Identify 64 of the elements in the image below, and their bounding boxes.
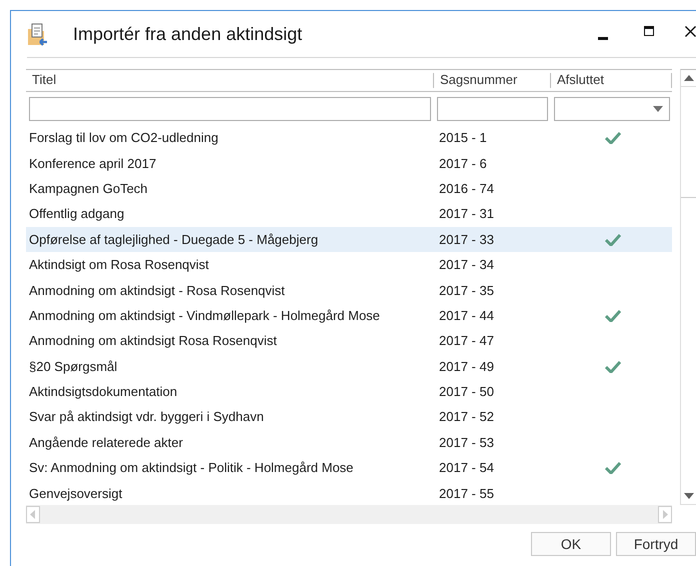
close-icon bbox=[685, 26, 696, 36]
table-cell: 2017 - 44 bbox=[439, 308, 494, 323]
dropdown-arrow-icon bbox=[653, 106, 663, 112]
table-row[interactable]: Forslag til lov om CO2-udledning 2015 - 1 bbox=[26, 125, 672, 150]
table-row[interactable]: Offentlig adgang 2017 - 31 bbox=[26, 201, 672, 227]
table-row[interactable]: Anmodning om aktindsigt - Rosa Rosenqvist 2017 - 35 bbox=[26, 277, 672, 303]
table-cell: Svar på aktindsigt vdr. byggeri i Sydhavn bbox=[29, 409, 264, 424]
document-import-icon bbox=[26, 23, 48, 47]
filter-field[interactable] bbox=[437, 96, 548, 120]
table-cell: Offentlig adgang bbox=[29, 206, 124, 222]
table-row[interactable]: Kampagnen GoTech 2016 - 74 bbox=[26, 176, 672, 202]
table-row[interactable]: Aktindsigtsdokumentation 2017 - 50 bbox=[26, 378, 672, 404]
table-row[interactable]: Aktindsigt om Rosa Rosenqvist 2017 - 34 bbox=[26, 252, 672, 278]
maximize-icon bbox=[644, 26, 654, 36]
table-row[interactable]: Anmodning om aktindsigt Rosa Rosenqvist 2017 - 47 bbox=[26, 328, 672, 354]
dialog-button[interactable]: Fortryd bbox=[616, 532, 696, 556]
table-cell: Aktindsigtsdokumentation bbox=[29, 384, 178, 400]
table-cell: Sv: Anmodning om aktindsigt - Politik - Holmegård Mose bbox=[29, 460, 354, 476]
table-row[interactable]: Angående relaterede akter 2017 - 53 bbox=[26, 430, 672, 456]
table-row[interactable]: Anmodning om aktindsigt - Vindmøllepark - Holmegård Mose 2017 - 44 bbox=[26, 302, 672, 328]
table-cell: 2017 - 49 bbox=[439, 358, 494, 374]
filter-field[interactable] bbox=[29, 96, 431, 120]
table-cell: Aktindsigt om Rosa Rosenqvist bbox=[29, 257, 209, 272]
column-header[interactable]: Afsluttet bbox=[551, 73, 672, 88]
table-cell: Angående relaterede akter bbox=[29, 434, 183, 450]
table-cell: 2016 - 74 bbox=[439, 180, 494, 196]
table-cell: Anmodning om aktindsigt - Rosa Rosenqvist bbox=[29, 282, 285, 298]
table-cell: Kampagnen GoTech bbox=[29, 180, 148, 196]
table-cell: Forslag til lov om CO2-udledning bbox=[29, 130, 218, 146]
table-cell: Konference april 2017 bbox=[29, 156, 156, 171]
table-row[interactable]: Opførelse af taglejlighed - Duegade 5 - Mågebjerg 2017 - 33 bbox=[26, 226, 672, 252]
table-cell: 2017 - 34 bbox=[439, 257, 494, 272]
table-row[interactable]: Genvejsoversigt 2017 - 55 bbox=[26, 480, 672, 505]
table-cell: §20 Spørgsmål bbox=[29, 358, 118, 374]
table-cell: 2017 - 6 bbox=[439, 156, 487, 171]
table-cell: 2017 - 50 bbox=[439, 384, 494, 400]
table-row[interactable]: §20 Spørgsmål 2017 - 49 bbox=[26, 354, 672, 379]
scroll-left-icon bbox=[26, 506, 40, 523]
dialog-button[interactable]: OK bbox=[531, 532, 611, 556]
minimize-icon bbox=[598, 36, 608, 40]
horizontal-scrollbar[interactable] bbox=[26, 505, 672, 524]
table-cell: 2017 - 52 bbox=[439, 409, 494, 424]
table-cell: 2017 - 31 bbox=[439, 206, 494, 222]
scrollbar-thumb[interactable] bbox=[681, 86, 696, 198]
table-cell: 2017 - 33 bbox=[439, 232, 494, 247]
scroll-right-icon bbox=[658, 506, 672, 523]
table-row[interactable]: Svar på aktindsigt vdr. byggeri i Sydhavn 2017 - 52 bbox=[26, 404, 672, 430]
table-cell: 2015 - 1 bbox=[439, 130, 487, 146]
column-header[interactable]: Sagsnummer bbox=[434, 73, 551, 88]
window-title: Importér fra anden aktindsigt bbox=[73, 24, 304, 44]
table-row[interactable]: Konference april 2017 2017 - 6 bbox=[26, 150, 672, 176]
table-cell: 2017 - 55 bbox=[439, 486, 494, 501]
table-cell: 2017 - 35 bbox=[439, 282, 494, 298]
table-cell: 2017 - 47 bbox=[439, 333, 494, 348]
table-cell: Anmodning om aktindsigt Rosa Rosenqvist bbox=[29, 333, 277, 348]
table-cell: 2017 - 53 bbox=[439, 434, 494, 450]
table-cell: Genvejsoversigt bbox=[29, 486, 122, 501]
vertical-scrollbar[interactable] bbox=[680, 69, 696, 505]
filter-dropdown[interactable] bbox=[554, 96, 670, 120]
table-cell: 2017 - 54 bbox=[439, 460, 494, 476]
column-header[interactable]: Titel bbox=[26, 73, 434, 88]
table-cell: Opførelse af taglejlighed - Duegade 5 - Mågebjerg bbox=[29, 232, 318, 247]
table-cell: Anmodning om aktindsigt - Vindmøllepark - Holmegård Mose bbox=[29, 308, 380, 323]
table-row[interactable]: Sv: Anmodning om aktindsigt - Politik - Holmegård Mose 2017 - 54 bbox=[26, 455, 672, 480]
